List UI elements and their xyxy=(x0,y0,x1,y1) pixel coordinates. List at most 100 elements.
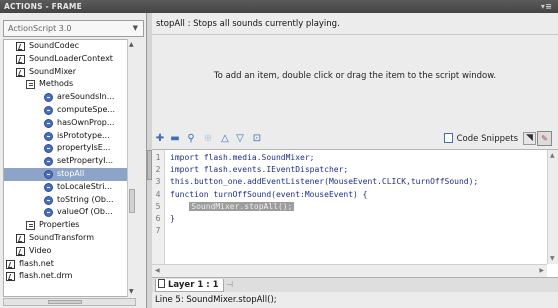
add-item-icon[interactable]: ✚ xyxy=(154,133,166,145)
code-text: import flash.events.IEventDispatcher; xyxy=(170,165,349,175)
method-icon xyxy=(44,182,53,192)
tree-item-label: propertyIsE... xyxy=(57,143,111,153)
toolbox-vertical-scrollbar[interactable]: ▲ ▼ xyxy=(127,39,136,297)
find-icon[interactable]: ⚲ xyxy=(185,133,197,145)
method-icon xyxy=(44,169,53,179)
tree-item-label: flash.net xyxy=(19,258,54,268)
code-line[interactable]: 5 SoundMixer.stopAll(); xyxy=(152,201,558,213)
tree-item[interactable]: stopAll xyxy=(4,167,135,181)
panel-menu-icon[interactable]: ▾≡ xyxy=(541,0,552,13)
move-down-icon[interactable]: ▽ xyxy=(234,133,246,145)
tree-item[interactable]: computeSpe... xyxy=(4,104,135,117)
script-editor[interactable]: 1 import flash.media.SoundMixer; 2 import f… xyxy=(152,149,558,278)
actions-toolbox: ActionScript 3.0 ▼ SoundCodec SoundLoader… xyxy=(0,13,147,308)
tree-item[interactable]: SoundTransform xyxy=(4,232,135,245)
script-assist-icon[interactable]: ✎ xyxy=(537,131,552,146)
tree-item-label: SoundCodec xyxy=(29,41,80,50)
tree-item[interactable]: areSoundsIn... xyxy=(4,91,135,104)
method-icon xyxy=(44,105,53,115)
selected-code[interactable]: SoundMixer.stopAll(); xyxy=(189,201,295,211)
script-toolbar: ✚ ▬ ⚲ ⊕ △ ▽ ⊡ Code Snippets ◥ ✎ xyxy=(152,129,558,149)
scroll-down-arrow-icon[interactable]: ▼ xyxy=(550,255,555,262)
tab-label: Layer 1 : 1 xyxy=(168,280,219,290)
code-snippets-label: Code Snippets xyxy=(456,134,518,144)
method-icon xyxy=(44,131,53,141)
pin-script-icon[interactable]: ⊣ xyxy=(226,280,233,289)
class-book-icon xyxy=(16,42,25,51)
editor-horizontal-scrollbar[interactable]: ◀ ▶ xyxy=(152,264,547,278)
tree-item-label: computeSpe... xyxy=(57,104,115,114)
package-book-icon xyxy=(6,272,15,282)
class-book-icon xyxy=(16,54,25,64)
tree-item[interactable]: toLocaleStri... xyxy=(4,181,135,194)
tab-layer-1-frame-1[interactable]: Layer 1 : 1 xyxy=(155,279,224,292)
tree-item[interactable]: propertyIsE... xyxy=(4,142,135,155)
line-number: 1 xyxy=(155,153,161,162)
scroll-left-arrow-icon[interactable]: ◀ xyxy=(155,267,160,274)
tree-item-label: flash.net.drm xyxy=(19,271,73,281)
tree-item[interactable]: setPropertyI... xyxy=(4,155,135,168)
move-up-icon[interactable]: △ xyxy=(219,133,231,145)
method-icon xyxy=(44,144,53,154)
scroll-down-arrow-icon[interactable]: ▼ xyxy=(129,288,134,295)
line-number: 4 xyxy=(155,189,161,199)
scroll-up-arrow-icon[interactable]: ▲ xyxy=(550,152,555,159)
method-description: stopAll : Stops all sounds currently pla… xyxy=(152,13,558,35)
tree-item-label: SoundMixer xyxy=(29,66,77,76)
actionscript-version-label: ActionScript 3.0 xyxy=(8,24,72,33)
code-text: SoundMixer.stopAll(); xyxy=(170,201,295,213)
scroll-thumb[interactable] xyxy=(48,300,82,304)
method-icon xyxy=(44,157,53,167)
scroll-thumb[interactable] xyxy=(129,189,135,213)
line-number: 2 xyxy=(155,165,161,175)
tree-item[interactable]: hasOwnProp... xyxy=(4,117,135,130)
tree-item[interactable]: SoundMixer xyxy=(4,66,135,79)
tree-item[interactable]: Video xyxy=(4,245,135,258)
actionscript-version-select[interactable]: ActionScript 3.0 ▼ xyxy=(3,20,144,37)
code-snippets-icon xyxy=(443,133,453,143)
remove-item-icon[interactable]: ▬ xyxy=(169,133,181,145)
script-assist-hint: To add an item, double click or drag the… xyxy=(213,71,497,81)
tree-item[interactable]: flash.net.drm xyxy=(4,270,135,283)
folder-icon xyxy=(26,221,35,231)
tree-item-label: SoundLoaderContext xyxy=(29,53,113,63)
script-tab-bar: Layer 1 : 1 ⊣ xyxy=(152,277,558,292)
code-snippets-button[interactable]: Code Snippets xyxy=(443,132,518,146)
tree-item-label: toString (Ob... xyxy=(57,194,114,204)
code-line[interactable]: 6} xyxy=(152,213,558,225)
tree-item[interactable]: isPrototype... xyxy=(4,130,135,143)
target-path-icon[interactable]: ⊕ xyxy=(202,133,214,145)
tree-item[interactable]: flash.net xyxy=(4,258,135,271)
code-line[interactable]: 7 xyxy=(152,225,558,237)
tree-item[interactable]: Properties xyxy=(4,219,135,232)
help-icon[interactable]: ◥ xyxy=(523,132,536,145)
line-number: 7 xyxy=(155,226,161,236)
code-line[interactable]: 3 this.button_one.addEventListener(MouseE… xyxy=(152,176,558,188)
line-number: 5 xyxy=(155,201,161,211)
tree-item-label: Methods xyxy=(39,79,74,89)
tree-item[interactable]: SoundCodec xyxy=(4,40,135,53)
tree-item-label: Video xyxy=(29,245,52,255)
code-line[interactable]: 4 function turnOffSound(event:MouseEvent)… xyxy=(152,189,558,201)
toolbox-tree: SoundCodec SoundLoaderContext SoundMixer Me… xyxy=(3,39,136,297)
scroll-right-arrow-icon[interactable]: ▶ xyxy=(539,267,544,274)
code-line[interactable]: 2 import flash.events.IEventDispatcher; xyxy=(152,164,558,176)
method-icon xyxy=(44,118,53,128)
code-text: import flash.media.SoundMixer; xyxy=(170,153,315,162)
scroll-up-arrow-icon[interactable]: ▲ xyxy=(129,41,134,48)
code-line[interactable]: 1 import flash.media.SoundMixer; xyxy=(152,152,558,164)
code-text: this.button_one.addEventListener(MouseEv… xyxy=(170,177,479,187)
tree-item[interactable]: SoundLoaderContext xyxy=(4,53,135,66)
tree-item[interactable]: toString (Ob... xyxy=(4,194,135,207)
tree-item-label: valueOf (Ob... xyxy=(57,207,113,217)
method-icon xyxy=(44,93,53,103)
format-code-icon[interactable]: ⊡ xyxy=(251,133,263,145)
tree-item[interactable]: Methods xyxy=(4,78,135,91)
panel-title: ACTIONS - FRAME xyxy=(4,2,82,11)
method-icon xyxy=(44,208,53,218)
folder-icon xyxy=(26,80,35,90)
tree-item-label: stopAll xyxy=(57,168,85,178)
toolbox-horizontal-scrollbar[interactable] xyxy=(3,298,136,306)
editor-vertical-scrollbar[interactable]: ▲ ▼ xyxy=(547,150,558,264)
tree-item[interactable]: valueOf (Ob... xyxy=(4,206,135,219)
